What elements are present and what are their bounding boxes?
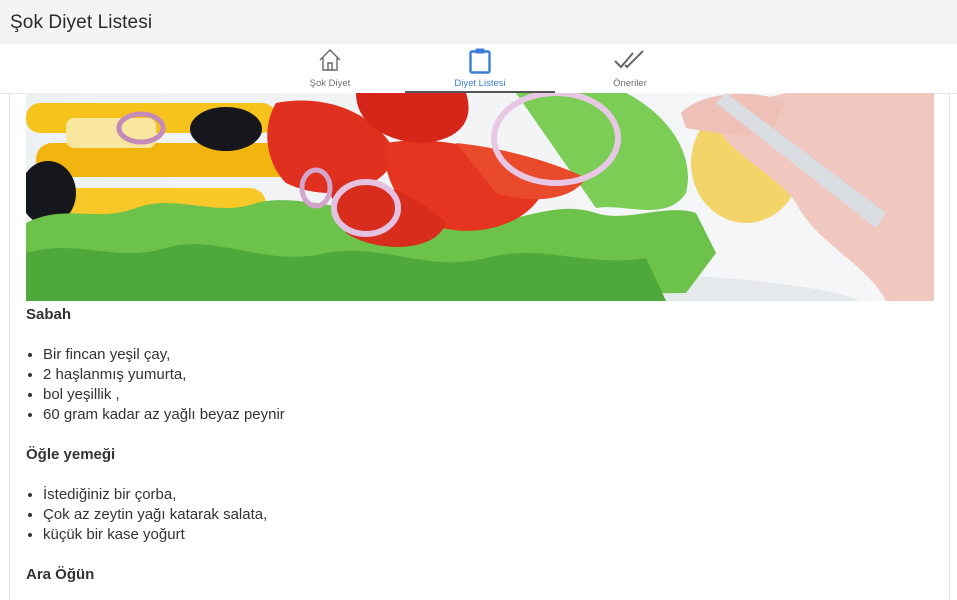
salad-hero-image xyxy=(26,93,934,301)
item-list: Bir fincan yeşil çay, 2 haşlanmış yumurt… xyxy=(26,345,926,425)
section-heading: Ara Öğün xyxy=(26,566,95,583)
list-item: küçük bir kase yoğurt xyxy=(43,525,926,545)
section-heading: Sabah xyxy=(26,306,72,323)
tab-oneriler[interactable]: Öneriler xyxy=(555,44,705,93)
list-item: bol yeşillik , xyxy=(43,385,926,405)
tab-label: Diyet Listesi xyxy=(454,78,506,89)
tab-label: Öneriler xyxy=(613,78,647,89)
diet-article: Sabah Bir fincan yeşil çay, 2 haşlanmış … xyxy=(26,305,926,585)
double-check-icon xyxy=(613,47,647,78)
list-item: Bir fincan yeşil çay, xyxy=(43,345,926,365)
home-icon xyxy=(317,47,343,78)
tab-sok-diyet[interactable]: Şok Diyet xyxy=(255,44,405,93)
clipboard-icon xyxy=(467,47,493,80)
list-item: Çok az zeytin yağı katarak salata, xyxy=(43,505,926,525)
item-list: İstediğiniz bir çorba, Çok az zeytin yağ… xyxy=(26,485,926,545)
list-item: 2 haşlanmış yumurta, xyxy=(43,365,926,385)
app-title: Şok Diyet Listesi xyxy=(10,12,153,33)
tab-diyet-listesi[interactable]: Diyet Listesi xyxy=(405,44,555,93)
tab-bar: Şok Diyet Diyet Listesi Öneriler xyxy=(0,44,957,94)
list-item: 60 gram kadar az yağlı beyaz peynir xyxy=(43,405,926,425)
tab-label: Şok Diyet xyxy=(309,78,351,89)
list-item: İstediğiniz bir çorba, xyxy=(43,485,926,505)
section-heading: Öğle yemeği xyxy=(26,446,116,463)
app-titlebar: Şok Diyet Listesi xyxy=(0,0,957,44)
content-panel[interactable]: Sabah Bir fincan yeşil çay, 2 haşlanmış … xyxy=(9,93,950,600)
